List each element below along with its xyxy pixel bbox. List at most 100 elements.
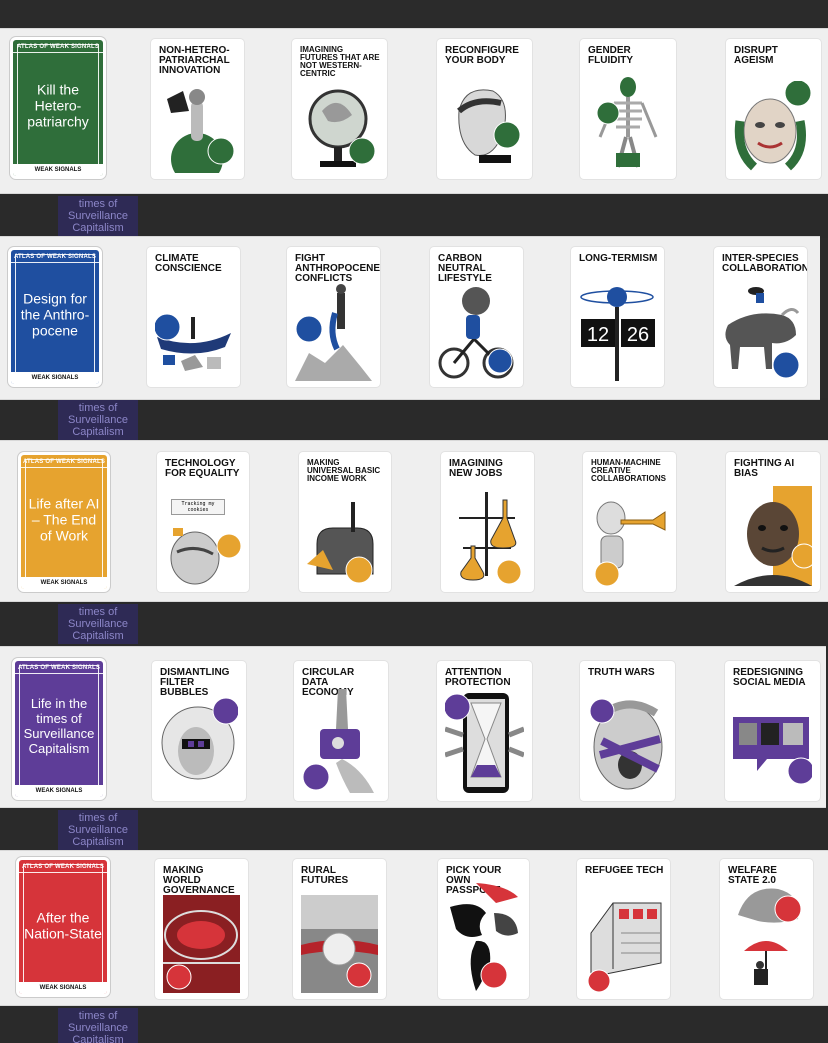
signal-card[interactable]: FIGHTING AI BIAS (726, 452, 820, 592)
background-strip: times of Surveillance Capitalism (0, 398, 828, 442)
signal-card[interactable]: MAKING WORLD GOVERNANCE (155, 859, 248, 999)
cover-tag: ATLAS OF WEAK SIGNALS (21, 864, 105, 870)
card-title: CARBON NEUTRAL LIFESTYLE (438, 253, 492, 284)
signal-card[interactable]: IMAGINING FUTURES THAT ARE NOT WESTERN-C… (292, 39, 387, 179)
card-title: CLIMATE CONSCIENCE (155, 253, 222, 274)
skeleton-icon (596, 77, 658, 168)
card-title: WELFARE STATE 2.0 (728, 865, 777, 886)
card-title: HUMAN-MACHINE CREATIVE COLLABORATIONS (591, 458, 666, 483)
bubble-head-icon (161, 697, 238, 780)
card-title: MAKING UNIVERSAL BASIC INCOME WORK (307, 458, 381, 483)
deck-row: ATLAS OF WEAK SIGNALS Kill the Hetero-pa… (0, 28, 828, 194)
hands-exchange-icon (302, 689, 374, 793)
background-strip: times of Surveillance Capitalism (0, 808, 828, 852)
card-title: RURAL FUTURES (301, 865, 349, 886)
cover-footer: WEAK SIGNALS (15, 785, 103, 797)
ghost-caption: times of Surveillance Capitalism (58, 810, 138, 850)
cover-footer: WEAK SIGNALS (19, 982, 107, 994)
signal-card[interactable]: PICK YOUR OWN PASSPORT (438, 859, 529, 999)
clock-minutes: 26 (627, 324, 649, 346)
signal-card[interactable]: FIGHT ANTHROPOCENE CONFLICTS (287, 247, 380, 387)
speech-screen-icon (733, 717, 812, 785)
background-strip: times of Surveillance Capitalism (0, 602, 828, 646)
card-title: MAKING WORLD GOVERNANCE (163, 865, 235, 896)
astronaut-icon (167, 89, 235, 173)
signal-card[interactable]: REDESIGNING SOCIAL MEDIA (725, 661, 820, 801)
signal-card[interactable]: CLIMATE CONSCIENCE (147, 247, 240, 387)
deck-row: ATLAS OF WEAK SIGNALS Life in the times … (0, 646, 826, 808)
cover-title: Life in the times of Surveillance Capita… (23, 696, 95, 756)
world-map-icon (450, 883, 518, 991)
climber-icon (295, 284, 372, 381)
cyborg-head-icon (457, 89, 521, 163)
cover-tag: ATLAS OF WEAK SIGNALS (22, 459, 106, 465)
card-title: DISRUPT AGEISM (734, 45, 778, 66)
card-title: REDESIGNING SOCIAL MEDIA (733, 667, 806, 688)
ghost-caption: times of Surveillance Capitalism (58, 400, 138, 440)
card-title: TRUTH WARS (588, 667, 655, 678)
clock-hours: 12 (587, 324, 609, 346)
elderly-person-icon (170, 528, 241, 585)
card-title: FIGHT ANTHROPOCENE CONFLICTS (295, 253, 380, 284)
signal-card[interactable]: REFUGEE TECH (577, 859, 670, 999)
cover-title: Kill the Hetero-patriarchy (27, 81, 89, 130)
deck-cover[interactable]: ATLAS OF WEAK SIGNALS Kill the Hetero-pa… (10, 37, 106, 179)
bicycle-icon (438, 287, 514, 379)
deck-row: ATLAS OF WEAK SIGNALS Design for the Ant… (0, 236, 820, 400)
card-title: REFUGEE TECH (585, 865, 664, 876)
signal-card[interactable]: NON-HETERO-PATRIARCHAL INNOVATION (151, 39, 244, 179)
deck-cover[interactable]: ATLAS OF WEAK SIGNALS Design for the Ant… (8, 247, 102, 387)
card-title: ATTENTION PROTECTION (445, 667, 511, 688)
signal-card[interactable]: RECONFIGURE YOUR BODY (437, 39, 532, 179)
signal-card[interactable]: IMAGINING NEW JOBS (441, 452, 534, 592)
card-title: TECHNOLOGY FOR EQUALITY (165, 458, 240, 479)
card-title: RECONFIGURE YOUR BODY (445, 45, 519, 66)
deck-cover[interactable]: ATLAS OF WEAK SIGNALS Life in the times … (12, 658, 106, 800)
deck-cover[interactable]: ATLAS OF WEAK SIGNALS Life after AI – Th… (18, 452, 110, 592)
signal-card[interactable]: TECHNOLOGY FOR EQUALITY Tracking my cook… (157, 452, 249, 592)
deck-row: ATLAS OF WEAK SIGNALS Life after AI – Th… (0, 440, 828, 602)
hourglass-phone-icon (445, 693, 524, 793)
flip-clock-icon: 12 26 (580, 287, 655, 381)
signal-card[interactable]: TRUTH WARS (580, 661, 675, 801)
card-title: GENDER FLUIDITY (588, 45, 633, 66)
cover-tag: ATLAS OF WEAK SIGNALS (16, 44, 100, 50)
card-title: IMAGINING NEW JOBS (449, 458, 503, 479)
mailbox-icon (307, 502, 374, 584)
signal-card[interactable]: WELFARE STATE 2.0 (720, 859, 813, 999)
card-title: LONG-TERMISM (579, 253, 658, 264)
buffalo-icon (725, 287, 799, 379)
card-title: IMAGINING FUTURES THAT ARE NOT WESTERN-C… (300, 45, 380, 78)
signal-card[interactable]: DISRUPT AGEISM (726, 39, 821, 179)
ghost-caption: times of Surveillance Capitalism (58, 196, 138, 236)
split-face-icon (734, 486, 812, 586)
robot-trumpet-icon (594, 501, 666, 586)
field-dome-icon (301, 895, 378, 993)
card-title: INTER-SPECIES COLLABORATION (722, 253, 807, 274)
cookie-note: Tracking my cookies (171, 499, 225, 515)
ghost-caption: times of Surveillance Capitalism (58, 604, 138, 644)
card-title: FIGHTING AI BIAS (734, 458, 795, 479)
signal-card[interactable]: RURAL FUTURES (293, 859, 386, 999)
signal-card[interactable]: MAKING UNIVERSAL BASIC INCOME WORK (299, 452, 391, 592)
cover-footer: WEAK SIGNALS (13, 164, 103, 176)
cover-tag: ATLAS OF WEAK SIGNALS (13, 254, 97, 260)
cover-tag: ATLAS OF WEAK SIGNALS (17, 665, 101, 671)
signal-card[interactable]: LONG-TERMISM 12 26 (571, 247, 664, 387)
signal-card[interactable]: HUMAN-MACHINE CREATIVE COLLABORATIONS (583, 452, 676, 592)
signal-card[interactable]: ATTENTION PROTECTION (437, 661, 532, 801)
signal-card[interactable]: INTER-SPECIES COLLABORATION (714, 247, 807, 387)
cover-title: After the Nation-State (24, 909, 102, 942)
cover-title: Design for the Anthro-pocene (20, 290, 90, 339)
umbrella-person-icon (738, 888, 802, 985)
deck-row: ATLAS OF WEAK SIGNALS After the Nation-S… (0, 850, 828, 1006)
background-strip: times of Surveillance Capitalism (0, 1006, 828, 1043)
background-strip: times of Surveillance Capitalism (0, 194, 828, 238)
signal-card[interactable]: CIRCULAR DATA ECONOMY (294, 661, 388, 801)
deck-cover[interactable]: ATLAS OF WEAK SIGNALS After the Nation-S… (16, 857, 110, 997)
signal-card[interactable]: GENDER FLUIDITY (580, 39, 676, 179)
cover-title: Life after AI – The End of Work (28, 495, 100, 544)
face-icon (734, 81, 812, 171)
signal-card[interactable]: CARBON NEUTRAL LIFESTYLE (430, 247, 523, 387)
signal-card[interactable]: DISMANTLING FILTER BUBBLES (152, 661, 246, 801)
